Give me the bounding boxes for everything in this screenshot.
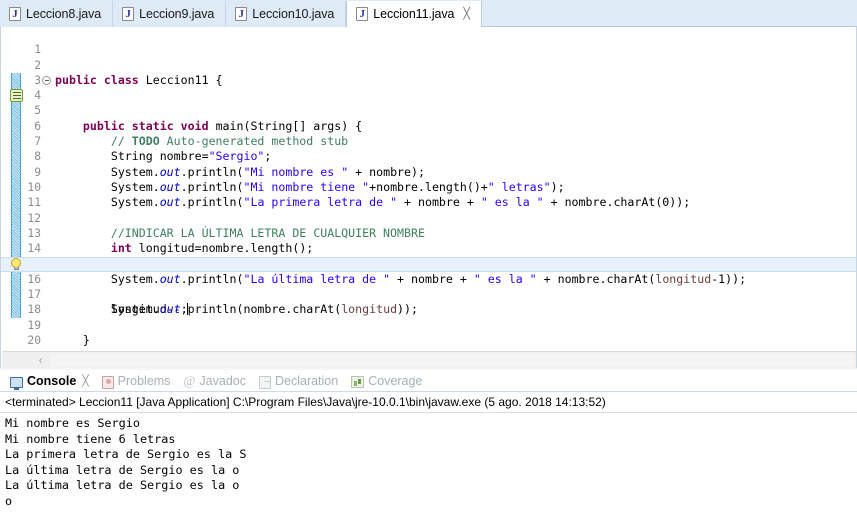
java-file-icon [235,7,248,21]
console-launch-header: <terminated> Leccion11 [Java Application… [5,395,606,409]
editor-tab-leccion9[interactable]: Leccion9.java [113,1,227,27]
editor-tab-label: Leccion10.java [252,7,335,21]
editor-tab-label: Leccion11.java [373,7,455,21]
console-icon [10,376,23,390]
console-line: Mi nombre tiene 6 letras [5,431,176,446]
code-line[interactable]: 15 System.out.println("La última letra d… [1,241,856,285]
todo-task-icon[interactable] [10,89,23,103]
close-icon[interactable]: ╳ [463,8,470,20]
bottom-view-panel: Console ╳ Problems @ Javadoc Declaration… [0,370,857,531]
java-source-editor[interactable]: 1 2 public class Leccion11 { 3 4 public … [0,27,857,368]
code-line[interactable]: 2 public class Leccion11 { [1,42,856,87]
code-line[interactable]: 9 System.out.println("Mi nombre tiene "+… [1,149,856,194]
java-file-icon [356,7,369,21]
editor-tab-leccion8[interactable]: Leccion8.java [0,1,114,27]
gutter-tail-marker: -- [25,347,40,349]
view-tab-declaration[interactable]: Declaration [255,371,345,392]
code-line[interactable]: 8 System.out.println("Mi nombre es " + n… [1,134,856,178]
view-tab-divider [0,391,857,392]
view-tab-javadoc[interactable]: @ Javadoc [179,371,253,392]
view-tab-label: Console [27,374,77,388]
console-line: La última letra de Sergio es la o [5,478,240,493]
view-tab-label: Coverage [368,374,423,388]
view-tab-label: Declaration [274,374,339,388]
close-icon[interactable]: ╳ [82,375,88,387]
code-line[interactable]: 6 [1,104,856,133]
code-area[interactable]: 1 2 public class Leccion11 { 3 4 public … [1,27,856,349]
view-tab-problems[interactable]: Problems [98,371,178,392]
coverage-icon [351,376,365,388]
editor-horizontal-scrollbar[interactable]: ‹ [2,351,856,369]
eclipse-ide-window: Leccion8.java Leccion9.java Leccion10.ja… [0,0,857,531]
editor-tab-label: Leccion9.java [139,7,215,21]
code-line[interactable]: 3 [1,58,856,87]
view-tab-coverage[interactable]: Coverage [347,371,429,392]
editor-tab-leccion11[interactable]: Leccion11.java ╳ [346,1,482,27]
console-header-divider [0,412,857,413]
code-line[interactable]: 7 String nombre="Sergio"; [1,119,856,163]
code-line[interactable]: 11 [1,180,856,209]
code-line[interactable]: 17 System.out.println(nombre.charAt(long… [1,272,856,316]
scroll-left-arrow-icon[interactable]: ‹ [32,352,49,369]
code-line[interactable]: 19 } [1,302,856,347]
code-line[interactable]: 10 System.out.println("La primera letra … [1,165,856,209]
console-line: La última letra de Sergio es la o [5,462,240,477]
code-line[interactable]: 20 [1,318,856,347]
code-line[interactable]: 21 } [1,333,856,348]
code-line[interactable]: 12 //INDICAR LA ÚLTIMA LETRA DE CUALQUIE… [1,195,856,240]
code-line[interactable]: 14 System.out.println("La última letra d… [1,226,856,270]
console-output[interactable]: Mi nombre es Sergio Mi nombre tiene 6 le… [0,414,857,531]
view-tab-bar: Console ╳ Problems @ Javadoc Declaration… [0,370,857,392]
lightbulb-base [13,266,19,270]
view-tab-label: Javadoc [199,374,246,388]
editor-tab-label: Leccion8.java [26,7,102,21]
java-file-icon [9,7,21,21]
code-line[interactable]: 4 public static void main(String[] args)… [1,73,856,133]
code-line-current[interactable]: 16 longitud--; [1,256,856,316]
console-line: o [5,493,13,508]
editor-tab-leccion10[interactable]: Leccion10.java [226,1,347,27]
declaration-icon [258,375,271,389]
code-line[interactable]: 13 int longitud=nombre.length(); [1,211,856,255]
view-tab-label: Problems [117,374,171,388]
java-file-icon [122,7,135,21]
problems-icon [101,375,114,389]
fold-collapse-icon[interactable] [42,75,51,85]
scrollbar-thumb[interactable] [51,353,855,367]
code-line[interactable]: 5 // TODO Auto-generated method stub [1,88,856,148]
console-line: Mi nombre es Sergio [5,416,140,430]
console-line: La primera letra de Sergio es la S [5,447,247,462]
code-line[interactable]: 1 [1,27,856,56]
view-tab-console[interactable]: Console ╳ [6,371,96,392]
editor-tab-bar: Leccion8.java Leccion9.java Leccion10.ja… [0,0,857,27]
javadoc-icon: @ [183,373,196,388]
code-line[interactable]: 18 [1,287,856,316]
lightbulb-quickfix-icon[interactable] [10,257,22,271]
